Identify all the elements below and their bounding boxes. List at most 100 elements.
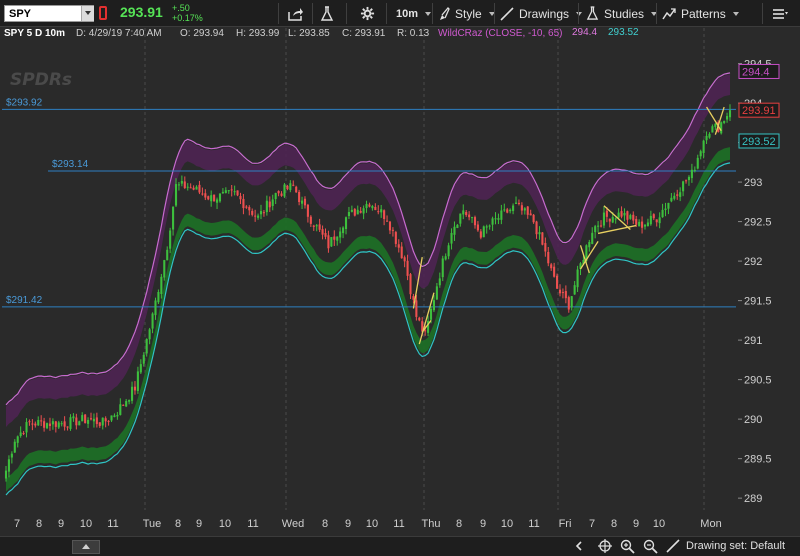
candle-body (597, 225, 600, 227)
studies-menu-button[interactable]: Studies (586, 3, 658, 24)
candle-body (605, 210, 608, 217)
candle-body (174, 184, 178, 206)
patterns-menu-button[interactable]: Patterns (662, 3, 739, 24)
studies-label: Studies (604, 6, 645, 21)
candle-body (13, 441, 16, 453)
candle-body (180, 180, 183, 184)
candle-body (550, 264, 553, 269)
expand-button[interactable] (72, 540, 100, 554)
candle-body (365, 203, 368, 209)
study-label[interactable]: WildCRaz (CLOSE, -10, 65) (438, 28, 562, 39)
time-tick-label: Thu (422, 518, 441, 530)
chevron-down-icon (576, 11, 583, 16)
candle-body (265, 200, 268, 213)
chevron-down-icon (732, 11, 739, 16)
time-tick-label: 10 (501, 518, 513, 530)
candle-body (406, 260, 409, 276)
drawings-menu-button[interactable]: Drawings (500, 3, 583, 24)
candle-body (116, 415, 119, 417)
toolbar-separator (578, 3, 579, 24)
style-menu-button[interactable]: Style (438, 3, 495, 24)
symbol-input[interactable]: SPY (4, 5, 94, 22)
chart-menu-button[interactable] (772, 3, 788, 24)
price-chart[interactable]: SPDRs $293.92$293.14$291.42 294.52942932… (0, 0, 800, 556)
candle-body (233, 191, 236, 193)
candle-body (638, 221, 641, 227)
candle-body (192, 187, 195, 190)
bar-low: L: 293.85 (288, 28, 330, 39)
share-button[interactable] (288, 3, 304, 24)
symbol-period: SPY 5 D 10m (4, 28, 65, 39)
time-tick-label: 11 (247, 518, 258, 530)
timeframe-selector[interactable]: 10m (396, 3, 432, 24)
candle-body (497, 218, 500, 220)
style-label: Style (455, 6, 482, 21)
last-price: 293.91 (120, 4, 163, 20)
candle-body (306, 204, 309, 217)
candle-body (626, 211, 629, 220)
candle-body (699, 151, 702, 157)
candle-body (72, 416, 75, 419)
watermark-logo: SPDRs (10, 70, 72, 90)
price-level-label: $291.42 (6, 295, 43, 306)
time-tick-label: 10 (366, 518, 378, 530)
settings-button[interactable] (360, 3, 375, 24)
candle-body (251, 210, 254, 215)
candle-body (541, 232, 544, 245)
time-tick-label: Wed (282, 518, 304, 530)
chart-plot-area[interactable] (0, 27, 738, 511)
candle-body (371, 206, 374, 209)
bar-open: O: 293.94 (180, 28, 224, 39)
candle-body (344, 217, 348, 229)
candle-body (564, 291, 567, 299)
study-upper-value: 294.4 (572, 27, 598, 38)
candle-body (163, 260, 166, 278)
time-tick-label: 9 (196, 518, 202, 530)
time-tick-label: 8 (456, 518, 462, 530)
symbol-dropdown-button[interactable] (81, 6, 94, 21)
candle-body (113, 415, 116, 417)
candle-body (664, 208, 667, 210)
time-tick-label: 10 (653, 518, 665, 530)
candle-body (471, 217, 474, 219)
bar-close: C: 293.91 (342, 28, 386, 39)
pan-left-icon[interactable] (572, 539, 586, 553)
candle-body (400, 246, 403, 259)
candle-body (218, 193, 222, 202)
zoom-in-icon[interactable] (620, 539, 635, 554)
flag-icon[interactable] (99, 6, 107, 20)
candle-body (104, 418, 107, 422)
candle-body (561, 292, 564, 294)
flask-button[interactable] (320, 3, 334, 24)
candle-body (682, 181, 685, 192)
candle-body (479, 231, 482, 238)
candle-body (591, 232, 594, 244)
candle-body (98, 422, 101, 426)
candle-body (312, 225, 315, 227)
study-lower-value: 293.52 (608, 27, 639, 38)
crosshair-icon[interactable] (598, 539, 612, 553)
candle-body (69, 417, 72, 429)
candle-body (201, 193, 204, 195)
time-tick-label: 8 (175, 518, 181, 530)
candle-body (177, 184, 180, 186)
bar-date: D: 4/29/19 7:40 AM (76, 28, 162, 39)
candle-body (512, 205, 515, 211)
candle-body (506, 209, 509, 213)
candle-body (720, 122, 723, 134)
toolbar-separator (386, 3, 387, 24)
drawing-tool-icon[interactable] (666, 539, 680, 553)
candle-body (418, 317, 421, 321)
candle-body (544, 243, 547, 252)
candle-body (397, 244, 400, 248)
time-tick-label: 8 (322, 518, 328, 530)
time-tick-label: 11 (107, 518, 118, 530)
candle-body (368, 204, 371, 207)
time-tick-label: Tue (143, 518, 162, 530)
candle-body (476, 224, 479, 231)
candle-body (221, 191, 224, 194)
candle-body (576, 269, 579, 288)
candle-body (403, 257, 406, 262)
zoom-out-icon[interactable] (643, 539, 658, 554)
drawing-set-selector[interactable]: Drawing set: Default (686, 540, 785, 552)
